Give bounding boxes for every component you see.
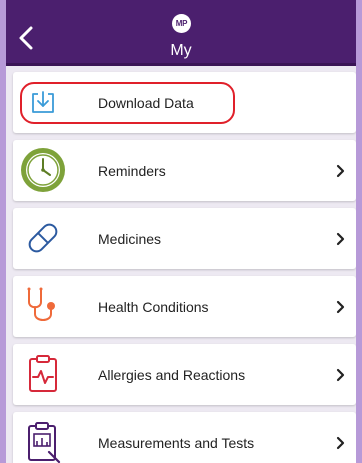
pill-icon <box>19 214 67 262</box>
chevron-right-icon <box>334 298 348 316</box>
menu-item-allergies-and-reactions[interactable]: Allergies and Reactions <box>13 344 356 405</box>
chevron-right-icon <box>334 162 348 180</box>
menu-item-label: Download Data <box>98 94 194 111</box>
menu-item-label: Health Conditions <box>98 298 209 315</box>
menu-item-reminders[interactable]: Reminders <box>13 140 356 201</box>
avatar[interactable]: MP <box>172 14 191 33</box>
clock-icon <box>19 146 67 194</box>
app-frame: MP My Download Data Reminders Medicines … <box>0 0 362 463</box>
menu-list: Download Data Reminders Medicines Health… <box>13 72 356 463</box>
clipboard-pulse-icon <box>19 350 67 398</box>
menu-item-download-data[interactable]: Download Data <box>13 72 356 133</box>
menu-item-measurements-and-tests[interactable]: Measurements and Tests <box>13 412 356 463</box>
menu-item-label: Reminders <box>98 162 166 179</box>
page-title: My <box>170 42 192 59</box>
chevron-right-icon <box>334 434 348 452</box>
menu-item-label: Measurements and Tests <box>98 434 255 451</box>
clipboard-chart-icon <box>19 418 67 463</box>
menu-item-label: Medicines <box>98 230 162 247</box>
stethoscope-icon <box>19 282 67 330</box>
header-bar: MP My <box>6 0 356 66</box>
menu-item-label: Allergies and Reactions <box>98 366 246 383</box>
chevron-right-icon <box>334 366 348 384</box>
chevron-right-icon <box>334 230 348 248</box>
download-icon <box>19 78 67 126</box>
menu-item-health-conditions[interactable]: Health Conditions <box>13 276 356 337</box>
menu-item-medicines[interactable]: Medicines <box>13 208 356 269</box>
